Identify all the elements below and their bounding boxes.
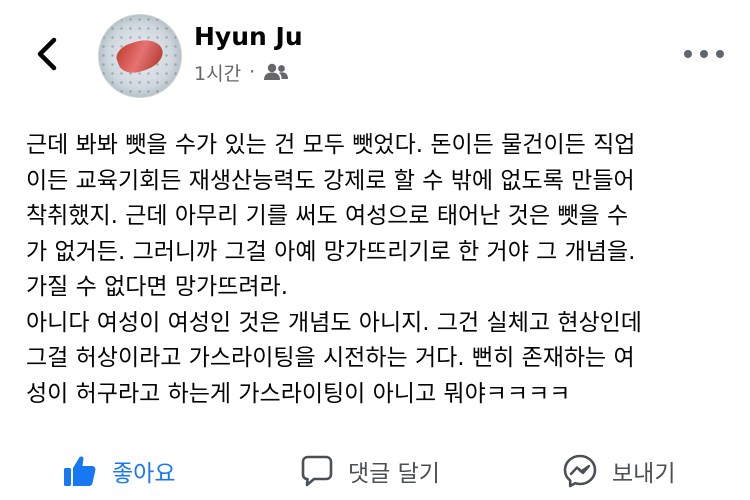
- post-header: Hyun Ju 1시간 ·: [0, 0, 750, 110]
- chevron-left-icon: [37, 37, 57, 71]
- post-text: 근데 봐봐 뺏을 수가 있는 건 모두 뺏었다. 돈이든 물건이든 직업 이든 …: [26, 128, 736, 412]
- author-name[interactable]: Hyun Ju: [194, 22, 303, 51]
- post-line: 성이 허구라고 하는게 가스라이팅이 아니고 뭐야ㅋㅋㅋㅋ: [26, 380, 571, 407]
- post-time[interactable]: 1시간: [194, 59, 241, 86]
- messenger-icon: [563, 454, 597, 488]
- avatar[interactable]: [98, 14, 182, 98]
- more-dot-icon: [700, 50, 708, 58]
- post-line: 이든 교육기회든 재생산능력도 강제로 할 수 밖에 없도록 만들어: [26, 167, 635, 194]
- back-button[interactable]: [30, 34, 66, 74]
- share-label: 보내기: [612, 461, 676, 487]
- share-button[interactable]: 보내기: [562, 452, 675, 490]
- comment-button[interactable]: 댓글 달기: [300, 452, 440, 490]
- like-button[interactable]: 좋아요: [62, 452, 175, 490]
- post-meta: 1시간 ·: [194, 59, 289, 86]
- post-line: 근데 봐봐 뺏을 수가 있는 건 모두 뺏었다. 돈이든 물건이든 직업: [26, 132, 636, 158]
- post-actions-bar: 좋아요 댓글 달기 보내기: [0, 440, 750, 500]
- post-line: 가 없거든. 그러니까 그걸 아예 망가뜨리기로 한 거야 그 개념을.: [26, 238, 636, 265]
- post-line: 착취했지. 근데 아무리 기를 써도 여성으로 태어난 것은 뺏을 수: [26, 203, 629, 229]
- more-dot-icon: [684, 50, 692, 58]
- comment-label: 댓글 달기: [348, 461, 440, 487]
- post-line: 가질 수 없다면 망가뜨려라.: [26, 274, 289, 300]
- meta-separator: ·: [249, 61, 256, 83]
- more-options-button[interactable]: [684, 44, 724, 64]
- post-line: 그걸 허상이라고 가스라이팅을 시전하는 거다. 뻔히 존재하는 여: [26, 345, 635, 371]
- more-dot-icon: [716, 50, 724, 58]
- comment-icon: [301, 455, 333, 487]
- like-label: 좋아요: [112, 461, 176, 487]
- post-line: 아니다 여성이 여성인 것은 개념도 아니지. 그건 실체고 현상인데: [26, 309, 642, 336]
- friends-icon: [264, 63, 289, 80]
- thumbs-up-icon: [64, 456, 96, 486]
